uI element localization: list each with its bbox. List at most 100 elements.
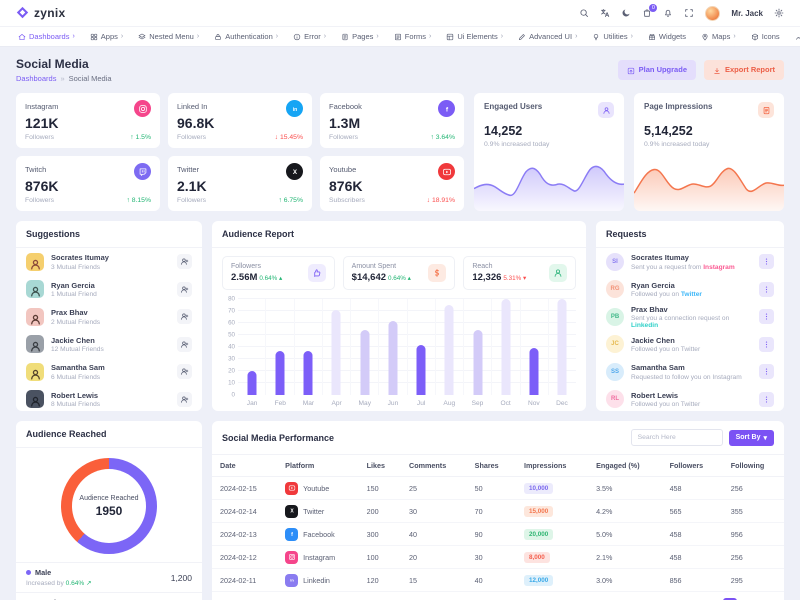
avatar — [26, 390, 44, 408]
follower-count: 96.8K — [177, 115, 303, 131]
bar-may[interactable] — [360, 330, 369, 395]
cell-engaged: 3.5% — [588, 477, 662, 500]
metric-label: Subscribers — [329, 197, 365, 204]
stat-card-linked-in: Linked Inin96.8KFollowers↓ 15.45% — [168, 93, 312, 148]
menu-item-authentication[interactable]: Authentication› — [214, 32, 278, 41]
stat-card-instagram: Instagram121KFollowers↑ 1.5% — [16, 93, 160, 148]
menu-item-dashboards[interactable]: Dashboards› — [18, 32, 75, 41]
bar-column-sep — [463, 299, 491, 395]
request-row: SISocrates ItumaySent you a request from… — [596, 248, 784, 276]
more-options-button[interactable] — [759, 254, 774, 269]
svg-text:X: X — [290, 509, 294, 515]
x-tick-label: Jan — [238, 400, 266, 407]
add-friend-button[interactable] — [177, 309, 192, 324]
bar-jun[interactable] — [388, 321, 397, 395]
menu-item-pages[interactable]: Pages› — [341, 32, 379, 41]
menu-item-error[interactable]: Error› — [293, 32, 326, 41]
bar-sep[interactable] — [473, 330, 482, 395]
more-options-button[interactable] — [759, 364, 774, 379]
bar-mar[interactable] — [304, 351, 313, 395]
user-avatar[interactable] — [705, 6, 720, 21]
platform-name: Twitter — [177, 165, 199, 174]
mutual-friends: 1 Mutual Friend — [51, 291, 170, 298]
platform-link[interactable]: Linkedin — [631, 322, 658, 329]
menu-item-icons[interactable]: Icons — [751, 32, 780, 41]
menu-item-nested-menu[interactable]: Nested Menu› — [138, 32, 199, 41]
menu-item-widgets[interactable]: Widgets — [648, 32, 686, 41]
platform-link[interactable]: Twitter — [681, 291, 702, 298]
expand-icon — [684, 8, 694, 18]
plan-upgrade-button[interactable]: Plan Upgrade — [618, 60, 696, 79]
translate-icon[interactable] — [600, 8, 610, 18]
table-search-input[interactable] — [631, 429, 723, 446]
audience-reached-donut: Audience Reached 1950 — [61, 458, 157, 554]
bar-aug[interactable] — [445, 305, 454, 395]
menu-item-utilities[interactable]: Utilities› — [592, 32, 633, 41]
bar-oct[interactable] — [501, 299, 510, 395]
cell-shares: 30 — [467, 546, 516, 569]
x-tick-label: Sep — [463, 400, 491, 407]
cell-likes: 150 — [359, 477, 401, 500]
menu-item-maps[interactable]: Maps› — [701, 32, 736, 41]
user-icon — [29, 313, 42, 326]
add-friend-button[interactable] — [177, 337, 192, 352]
menu-label: Maps — [712, 32, 730, 41]
more-options-button[interactable] — [759, 392, 774, 407]
dark-mode-icon[interactable] — [621, 8, 631, 18]
impressions-badge: 20,000 — [524, 529, 553, 540]
breadcrumb-dashboards[interactable]: Dashboards — [16, 74, 56, 83]
stat-card-youtube: Youtube876KSubscribers↓ 18.91% — [320, 156, 464, 211]
cart-icon[interactable]: 0 — [642, 8, 652, 18]
initials-avatar: RG — [606, 280, 624, 298]
suggestion-row: Prax Bhav2 Mutual Friends — [16, 303, 202, 331]
facebook-icon: f — [442, 104, 452, 114]
cell-comments: 20 — [401, 546, 467, 569]
bar-nov[interactable] — [530, 348, 539, 395]
bar-jan[interactable] — [247, 371, 256, 395]
platform-name: Instagram — [25, 102, 58, 111]
more-options-button[interactable] — [759, 282, 774, 297]
user-icon — [553, 268, 563, 278]
platform-link[interactable]: Instagram — [703, 264, 735, 271]
follower-count: 2.1K — [177, 178, 303, 194]
menu-item-forms[interactable]: Forms› — [394, 32, 432, 41]
bar-feb[interactable] — [275, 351, 284, 395]
menu-item-advanced-ui[interactable]: Advanced UI› — [518, 32, 577, 41]
notifications-icon[interactable] — [663, 8, 673, 18]
form-icon — [394, 33, 402, 41]
request-text: Followed you on Twitter — [631, 401, 752, 408]
menu-item-apps[interactable]: Apps› — [90, 32, 123, 41]
menu-item-chart[interactable]: Chart› — [795, 32, 800, 41]
fullscreen-icon[interactable] — [684, 8, 694, 18]
dots-icon — [762, 312, 771, 321]
add-friend-button[interactable] — [177, 364, 192, 379]
menu-label: Advanced UI — [529, 32, 572, 41]
settings-gear-icon[interactable] — [774, 8, 784, 18]
requests-title: Requests — [606, 229, 647, 239]
bar-dec[interactable] — [558, 299, 567, 395]
change-percent: ↓ 15.45% — [275, 134, 303, 141]
platform-name: Facebook — [329, 102, 362, 111]
cell-engaged: 5.0% — [588, 523, 662, 546]
suggestions-title: Suggestions — [26, 229, 80, 239]
bar-apr[interactable] — [332, 310, 341, 395]
main-menu: Dashboards› Apps› Nested Menu› Authenticati… — [0, 26, 800, 47]
svg-text:f: f — [291, 532, 293, 538]
more-options-button[interactable] — [759, 309, 774, 324]
add-friend-button[interactable] — [177, 282, 192, 297]
brand-logo[interactable]: zynix — [16, 4, 66, 22]
engaged-user-icon — [598, 102, 614, 118]
col-header-date: Date — [212, 455, 277, 477]
person-name: Jackie Chen — [51, 336, 170, 345]
add-friend-button[interactable] — [177, 254, 192, 269]
export-report-button[interactable]: Export Report — [704, 60, 784, 79]
sort-by-button[interactable]: Sort By▾ — [729, 430, 774, 446]
more-options-button[interactable] — [759, 337, 774, 352]
stat-value: $14,6420.64% ▴ — [352, 272, 411, 283]
menu-item-ui-elements[interactable]: Ui Elements› — [446, 32, 503, 41]
search-icon[interactable] — [579, 8, 589, 18]
donut-center-value: 1950 — [96, 504, 123, 518]
platform-name: Twitch — [25, 165, 46, 174]
bar-jul[interactable] — [417, 345, 426, 395]
add-friend-button[interactable] — [177, 392, 192, 407]
